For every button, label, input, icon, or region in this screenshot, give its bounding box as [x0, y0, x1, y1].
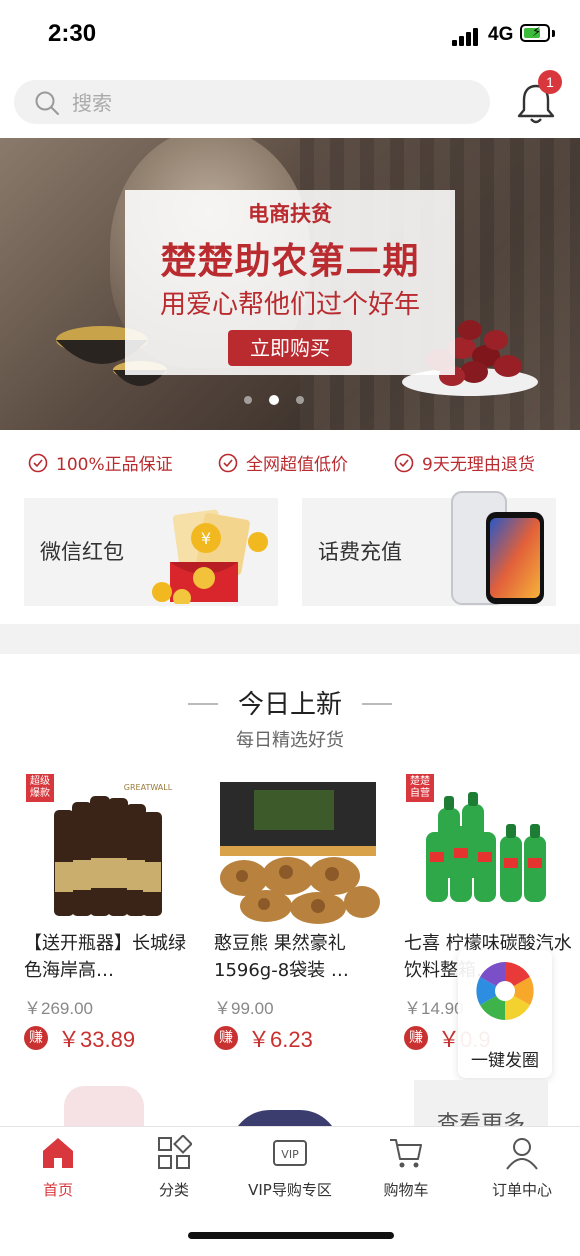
product-name: 【送开瓶器】长城绿色海岸高… [24, 933, 186, 981]
search-bar[interactable] [14, 80, 490, 124]
share-label: 一键发圈 [471, 1051, 539, 1071]
wechat-red-packet-card[interactable]: 微信红包 ¥ [24, 498, 278, 606]
notification-badge: 1 [538, 70, 562, 94]
product-card[interactable]: GREATWALL 超级爆款 【送开瓶器】长城绿色海岸高… ￥269.00 赚 … [24, 772, 192, 1062]
banner-card: 电商扶贫 楚楚助农第二期 用爱心帮他们过个好年 立即购买 [125, 190, 455, 375]
app-screen: 2:30 4G ⚡ 1 [0, 0, 580, 1256]
one-click-share-button[interactable]: 一键发圈 [458, 950, 552, 1078]
nuts-gift-box-image [220, 782, 380, 924]
promo-banner[interactable]: 电商扶贫 楚楚助农第二期 用爱心帮他们过个好年 立即购买 [0, 138, 580, 430]
check-circle-icon [28, 453, 48, 472]
title-line-right [362, 703, 392, 705]
earn-value: ￥33.89 [58, 1027, 136, 1052]
check-circle-icon [218, 453, 238, 472]
umbrella-image [230, 1110, 340, 1126]
promo-card-label: 话费充值 [318, 540, 402, 564]
battery-cap [552, 30, 555, 37]
carousel-dot[interactable] [244, 396, 252, 404]
svg-text:GREATWALL: GREATWALL [124, 783, 173, 792]
red-envelope-icon: ¥ [152, 509, 268, 604]
banner-top-line: 电商扶贫 [248, 202, 332, 226]
product-card[interactable]: 憨豆熊 果然豪礼1596g-8袋装 … ￥99.00 赚 ￥6.23 [214, 772, 382, 1062]
home-indicator [188, 1232, 394, 1239]
status-time: 2:30 [48, 20, 97, 47]
tab-label: 购物车 [383, 1181, 429, 1199]
see-more-card[interactable]: 查看更多 [414, 1080, 548, 1126]
check-circle-icon [394, 453, 414, 472]
guarantee-label: 100%正品保证 [56, 455, 173, 475]
tab-label: 分类 [158, 1181, 189, 1199]
product-tag: 楚楚自营 [406, 774, 434, 802]
earn-badge: 赚 [404, 1026, 428, 1050]
vip-icon: VIP [273, 1140, 307, 1166]
guarantee-label: 全网超值低价 [246, 455, 348, 475]
see-more-label: 查看更多 [436, 1112, 525, 1126]
guarantee-item: 100%正品保证 [28, 450, 173, 475]
phone-icon [451, 491, 544, 605]
guarantee-label: 9天无理由退货 [422, 455, 535, 475]
buy-now-button[interactable]: 立即购买 [228, 330, 352, 366]
user-icon [506, 1138, 538, 1170]
promo-card-label: 微信红包 [40, 540, 124, 564]
product-earn: 赚 ￥33.89 [24, 1022, 135, 1054]
tab-label: 首页 [42, 1181, 73, 1199]
tab-orders[interactable]: 订单中心 [464, 1135, 580, 1211]
earn-value: ￥6.23 [248, 1027, 313, 1052]
svg-text:¥: ¥ [201, 529, 211, 548]
aperture-icon [476, 962, 534, 1020]
signal-icon [452, 26, 484, 46]
guarantee-item: 9天无理由退货 [394, 450, 535, 475]
product-price: ￥269.00 [24, 999, 93, 1018]
banner-title: 楚楚助农第二期 [160, 241, 420, 282]
search-input[interactable] [70, 84, 474, 122]
earn-badge: 赚 [214, 1026, 238, 1050]
guarantee-row: 100%正品保证 全网超值低价 9天无理由退货 [0, 444, 580, 480]
section-subtitle: 每日精选好货 [236, 730, 344, 751]
product-name: 憨豆熊 果然豪礼1596g-8袋装 … [214, 933, 349, 981]
status-bar: 2:30 4G ⚡ [0, 0, 580, 70]
tab-vip[interactable]: VIP VIP导购专区 [232, 1135, 348, 1211]
product-price: ￥14.90 [404, 999, 464, 1018]
home-icon [43, 1138, 73, 1168]
cart-icon [390, 1139, 422, 1168]
product-tag: 超级爆款 [26, 774, 54, 802]
product-price: ￥99.00 [214, 999, 274, 1018]
tab-home[interactable]: 首页 [0, 1135, 116, 1211]
banner-subtitle: 用爱心帮他们过个好年 [159, 290, 420, 320]
tab-label: VIP导购专区 [248, 1181, 332, 1199]
section-divider [0, 624, 580, 654]
category-icon [158, 1135, 192, 1169]
phone-recharge-card[interactable]: 话费充值 [302, 491, 556, 606]
product-earn: 赚 ￥6.23 [214, 1022, 313, 1054]
earn-badge: 赚 [24, 1026, 48, 1050]
carousel-dot-active[interactable] [269, 395, 279, 405]
product-row-partial: 查看更多 [0, 1080, 580, 1126]
search-icon [35, 91, 59, 115]
svg-text:VIP: VIP [281, 1148, 299, 1161]
section-title: 今日上新 [237, 690, 342, 720]
kettle-image [64, 1086, 144, 1126]
carousel-dot[interactable] [296, 396, 304, 404]
carousel-indicator[interactable] [240, 394, 340, 406]
tab-category[interactable]: 分类 [116, 1135, 232, 1211]
network-label: 4G [488, 24, 514, 45]
tab-cart[interactable]: 购物车 [348, 1135, 464, 1211]
tab-label: 订单中心 [491, 1181, 552, 1199]
charging-icon: ⚡ [532, 25, 542, 40]
guarantee-item: 全网超值低价 [218, 450, 348, 475]
